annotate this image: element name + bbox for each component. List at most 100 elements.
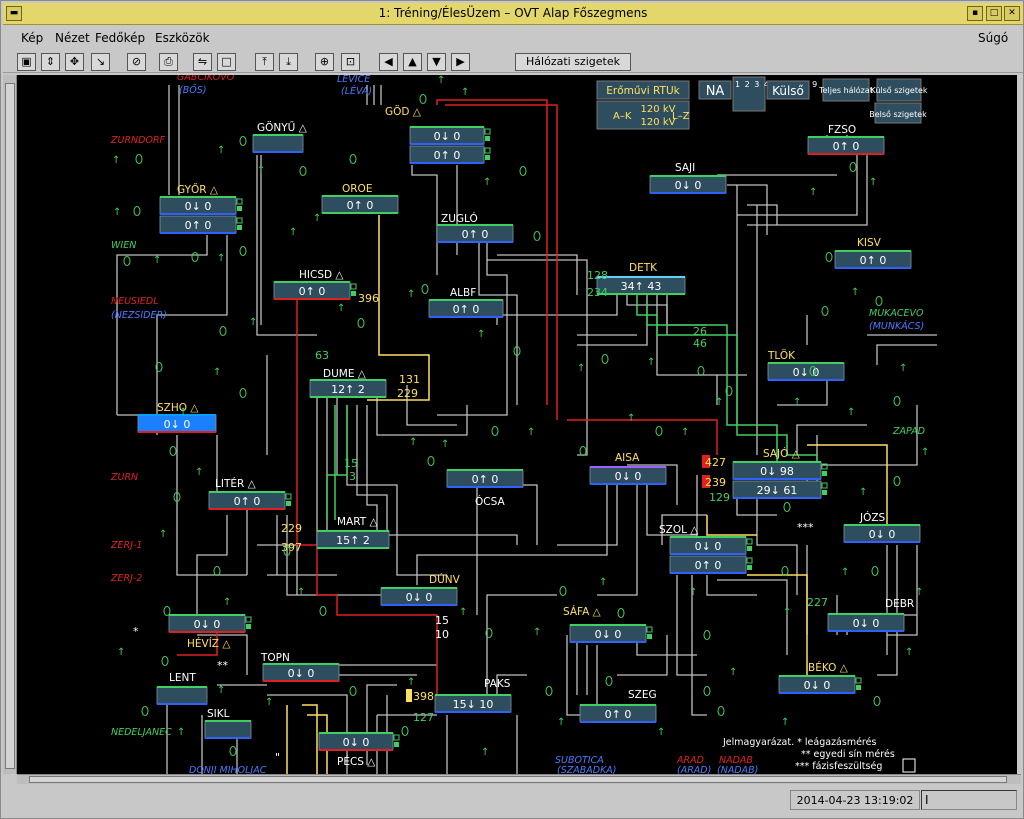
- maximize-button[interactable]: □: [986, 6, 1002, 21]
- busbar-value: 0↓ 0: [288, 667, 315, 680]
- breaker-zero-icon: [191, 252, 199, 262]
- station-name: AISA: [615, 452, 640, 464]
- station-heviz[interactable]: HÉVÍZ △ 0↓ 0: [168, 614, 252, 650]
- station-detk[interactable]: DETK 34↑ 43: [596, 262, 686, 295]
- status-square-icon: [286, 501, 291, 506]
- status-square-icon: [236, 198, 243, 205]
- flow-arrow-icon: ↑: [627, 413, 635, 424]
- horizontal-scroll-thumb[interactable]: [29, 776, 1007, 783]
- pan-icon[interactable]: ✥: [65, 53, 84, 71]
- station-oroe[interactable]: OROE 0↑ 0: [321, 183, 399, 214]
- flow-arrow-icon: ↑: [477, 329, 485, 340]
- breaker-zero-icon: [161, 656, 169, 666]
- station-mart[interactable]: MART △ 15↑ 2: [316, 516, 390, 549]
- compass-icon[interactable]: ⊘: [127, 53, 146, 71]
- value-v15: 15: [344, 457, 358, 470]
- busbar-value: 29↓ 61: [757, 484, 798, 497]
- flow-arrow-icon: ↑: [177, 727, 185, 738]
- station-debr[interactable]: DEBR 0↓ 0: [827, 598, 914, 632]
- station-fzso[interactable]: FZSO 0↑ 0: [807, 124, 885, 155]
- menu-eszkozok[interactable]: Eszközök: [155, 31, 210, 45]
- station-busbar[interactable]: [204, 720, 252, 739]
- flow-arrow-icon: ↑: [533, 627, 541, 638]
- arrow-down-icon[interactable]: ▼: [427, 53, 446, 71]
- station-tlok[interactable]: TLÖK0↓ 0: [767, 349, 845, 381]
- flow-arrow-icon: ↑: [557, 717, 565, 728]
- station-szeg[interactable]: SZEG 0↑ 0: [579, 689, 657, 723]
- flow-arrow-icon: ↑: [313, 213, 321, 224]
- station-busbar[interactable]: [252, 134, 304, 153]
- pin-icon[interactable]: ⊕: [315, 53, 334, 71]
- breaker-zero-icon: [697, 366, 705, 376]
- frame-icon[interactable]: □: [217, 53, 236, 71]
- station-beko[interactable]: BÉKO △ 0↓ 0: [778, 661, 862, 694]
- station-albf[interactable]: ALBF 0↑ 0: [428, 287, 504, 318]
- network-diagram[interactable]: GÖNYŰ △ GÖD △ 0↓ 0 0↑ 0 GYŐR △ 0↓ 0 0↑ 0 OROE 0↑…: [17, 75, 1017, 774]
- arrow-left-icon[interactable]: ◀: [379, 53, 398, 71]
- move-down-icon[interactable]: ⤓: [279, 53, 298, 71]
- busbar-value: 34↑ 43: [621, 280, 662, 293]
- flow-arrow-icon: ↑: [223, 597, 231, 608]
- ext-label-zerj1: ZERJ-1: [110, 540, 142, 551]
- station-aisa[interactable]: AISA 0↓ 0: [589, 452, 667, 485]
- breaker-zero-icon: [873, 696, 881, 706]
- station-szho[interactable]: SZHO △0↓ 0: [137, 402, 217, 433]
- arrow-up-icon[interactable]: ▲: [403, 53, 422, 71]
- fit-view-icon[interactable]: ▣: [17, 53, 36, 71]
- station-hicsd[interactable]: HICSD △ 0↑ 0: [273, 269, 357, 300]
- station-god[interactable]: GÖD △ 0↓ 0 0↑ 0: [385, 105, 491, 164]
- busbar-value: 0↑ 0: [434, 149, 461, 162]
- close-button[interactable]: ✕: [1004, 6, 1020, 21]
- flow-arrow-icon: ↑: [577, 363, 585, 374]
- swap-icon[interactable]: ⇋: [193, 53, 212, 71]
- flow-arrow-icon: ↑: [217, 145, 225, 156]
- station-sikl[interactable]: SIKL: [204, 708, 252, 739]
- station-jozs[interactable]: JÓZS 0↓ 0: [843, 511, 921, 543]
- station-lent[interactable]: LENT: [156, 672, 208, 705]
- vertical-scroll-thumb[interactable]: [5, 83, 15, 769]
- square-icon[interactable]: ⊡: [341, 53, 360, 71]
- station-zuglo[interactable]: ZUGLÓ 0↑ 0: [436, 212, 514, 243]
- menu-fedokep[interactable]: Fedőkép: [95, 31, 145, 45]
- value-s2: **: [217, 659, 229, 672]
- station-saji[interactable]: SAJI 0↓ 0: [649, 162, 727, 194]
- station-liter[interactable]: LITÉR △ 0↑ 0: [208, 477, 292, 510]
- minimize-button[interactable]: ▪: [967, 6, 983, 21]
- station-dume[interactable]: DUME △ 12↑ 2: [309, 368, 387, 398]
- station-topn[interactable]: TOPN 0↓ 0: [260, 652, 340, 682]
- busbar-value: 15↓ 10: [453, 698, 494, 711]
- menu-sugo[interactable]: Súgó: [978, 31, 1008, 45]
- menu-kep[interactable]: Kép: [21, 31, 43, 45]
- network-islands-button[interactable]: Hálózati szigetek: [515, 53, 631, 71]
- station-busbar[interactable]: [156, 686, 208, 705]
- station-name: SAJI: [675, 162, 695, 174]
- move-up-icon[interactable]: ⤒: [255, 53, 274, 71]
- arrow-right-icon[interactable]: ▶: [451, 53, 470, 71]
- arrow-diagonal-icon[interactable]: ↘: [91, 53, 110, 71]
- value-v46: 46: [693, 337, 707, 350]
- busbar-value: 0↑ 0: [462, 228, 489, 241]
- breaker-zero-icon: [519, 166, 527, 176]
- station-kisv[interactable]: KISV 0↑ 0: [834, 237, 912, 269]
- station-gonyu[interactable]: GÖNYŰ △: [252, 120, 308, 153]
- station-paks[interactable]: PAKS 15↓ 10: [434, 678, 512, 713]
- status-field[interactable]: I: [921, 790, 1017, 810]
- print-icon[interactable]: ⎙: [159, 53, 178, 71]
- title-bar[interactable]: ▬ 1: Tréning/ÉlesÜzem – OVT Alap Főszegm…: [3, 3, 1023, 25]
- breaker-zero-icon: [579, 446, 587, 456]
- station-dunv[interactable]: DÚNV 0↓ 0: [380, 573, 461, 606]
- breaker-zero-icon: [427, 456, 435, 466]
- menu-nezet[interactable]: Nézet: [55, 31, 90, 45]
- station-szol[interactable]: SZOL △ 0↓ 0 0↑ 0: [659, 524, 753, 574]
- diagram-svg[interactable]: GÖNYŰ △ GÖD △ 0↓ 0 0↑ 0 GYŐR △ 0↓ 0 0↑ 0 OROE 0↑…: [17, 75, 1017, 774]
- ext-label-nezsider: (NEZSIDER): [111, 310, 167, 321]
- station-gyor[interactable]: GYŐR △ 0↓ 0 0↑ 0: [159, 182, 243, 234]
- vertical-scrollbar[interactable]: [3, 75, 17, 774]
- horizontal-scrollbar[interactable]: [17, 774, 1021, 784]
- scroll-vertical-icon[interactable]: ⇕: [41, 53, 60, 71]
- station-ocsa[interactable]: ÓCSA 0↑ 0: [446, 469, 524, 508]
- station-name: TOPN: [260, 652, 290, 664]
- station-safa[interactable]: SÁFA △ 0↓ 0: [563, 605, 653, 643]
- busbar-value: 0↓ 0: [695, 540, 722, 553]
- legend-title: Jelmagyarázat. * leágazásmérés: [722, 737, 876, 748]
